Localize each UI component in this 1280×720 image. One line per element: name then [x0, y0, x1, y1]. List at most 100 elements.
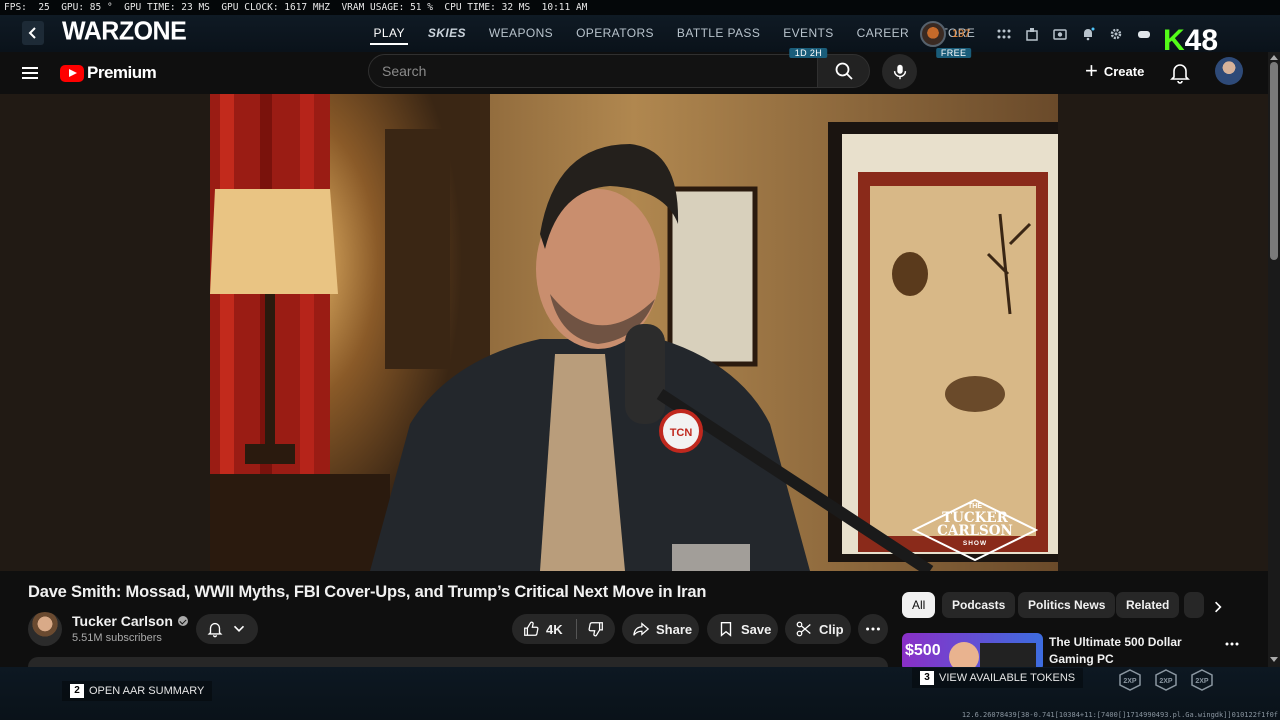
grid-icon[interactable]	[996, 26, 1012, 42]
key-hint: 3	[920, 671, 934, 685]
tab-career[interactable]: CAREER	[845, 15, 920, 52]
chip-all[interactable]: All	[902, 592, 936, 618]
user-avatar[interactable]	[1215, 57, 1243, 85]
related-video-thumbnail[interactable]: $500	[902, 633, 1043, 671]
settings-gear-icon[interactable]	[1108, 26, 1124, 42]
share-icon	[633, 622, 650, 636]
camera-icon[interactable]	[1052, 26, 1068, 42]
channel-avatar[interactable]	[28, 612, 62, 646]
subscribed-bell-button[interactable]	[196, 614, 258, 644]
svg-text:2XP: 2XP	[1195, 678, 1209, 685]
clip-label: Clip	[819, 621, 844, 637]
open-aar-summary-button[interactable]: 2 OPEN AAR SUMMARY	[62, 681, 213, 701]
tab-skies[interactable]: SKIES	[416, 15, 477, 52]
tab-play-label: PLAY	[373, 26, 405, 40]
warzone-nav: PLAY SKIES WEAPONS OPERATORS BATTLE PASS…	[362, 15, 987, 58]
voice-search-button[interactable]	[882, 54, 917, 89]
scroll-up-arrow-icon[interactable]	[1270, 55, 1278, 60]
chip-podcasts[interactable]: Podcasts	[942, 592, 1016, 618]
page-scrollbar[interactable]	[1268, 52, 1280, 667]
tab-weapons[interactable]: WEAPONS	[477, 15, 564, 52]
bookmark-icon	[720, 622, 732, 637]
thumbnail-art	[949, 642, 1036, 671]
like-dislike-group: 4K	[512, 614, 615, 644]
back-button[interactable]	[22, 21, 44, 45]
search-input[interactable]	[369, 55, 818, 87]
verified-check-icon	[177, 616, 188, 626]
tab-operators-label: OPERATORS	[576, 26, 654, 40]
video-title: Dave Smith: Mossad, WWII Myths, FBI Cove…	[28, 583, 707, 601]
chips-next-button[interactable]	[1207, 596, 1229, 618]
watermark-name: TUCKER CARLSON	[937, 510, 1013, 539]
aar-label: OPEN AAR SUMMARY	[89, 685, 205, 697]
player-count: 197	[952, 28, 971, 40]
tab-operators[interactable]: OPERATORS	[565, 15, 666, 52]
youtube-brand-label: Premium	[87, 63, 157, 82]
kick-overlay: K48	[1163, 26, 1218, 56]
controller-icon[interactable]	[1136, 26, 1152, 42]
bell-icon	[207, 622, 223, 638]
channel-name-label: Tucker Carlson	[72, 613, 173, 629]
more-actions-button[interactable]	[858, 614, 888, 644]
social-icon[interactable]	[1024, 26, 1040, 42]
channel-watermark: THE TUCKER CARLSON SHOW	[911, 498, 1039, 562]
screen: FPS: 25 GPU: 85 ° GPU TIME: 23 MS GPU CL…	[0, 0, 1280, 720]
scroll-down-arrow-icon[interactable]	[1270, 657, 1278, 662]
microphone-icon	[893, 64, 906, 79]
tab-events[interactable]: EVENTS 1D 2H	[772, 15, 845, 58]
more-horizontal-icon	[866, 627, 880, 631]
svg-text:2XP: 2XP	[1159, 678, 1173, 685]
youtube-header: Premium + Create	[0, 52, 1268, 94]
tokens-label: VIEW AVAILABLE TOKENS	[939, 672, 1076, 684]
channel-name[interactable]: Tucker Carlson	[72, 613, 188, 629]
player-avatar[interactable]	[920, 21, 946, 47]
tab-events-label: EVENTS	[783, 26, 834, 40]
like-button[interactable]: 4K	[512, 614, 576, 644]
chip-politics-news[interactable]: Politics News	[1018, 592, 1116, 618]
mic-flag-label: TCN	[670, 427, 693, 439]
scroll-thumb[interactable]	[1270, 62, 1278, 260]
warzone-right-controls: 197	[920, 17, 1158, 51]
share-label: Share	[656, 621, 693, 637]
hamburger-menu-icon[interactable]	[20, 63, 40, 83]
chevron-down-icon	[233, 625, 245, 632]
search-button[interactable]	[817, 54, 870, 88]
subscriber-count: 5.51M subscribers	[72, 632, 162, 644]
thumbs-down-icon	[588, 622, 603, 637]
events-timer-badge: 1D 2H	[789, 48, 828, 58]
thumbs-up-icon	[524, 621, 539, 636]
scissors-icon	[796, 621, 811, 637]
performance-overlay: FPS: 25 GPU: 85 ° GPU TIME: 23 MS GPU CL…	[0, 0, 1280, 15]
save-button[interactable]: Save	[707, 614, 778, 644]
related-more-icon[interactable]	[1224, 636, 1240, 652]
like-count: 4K	[546, 621, 563, 637]
chevron-right-icon	[1215, 601, 1222, 613]
2xp-token-icon[interactable]: 2XP	[1155, 669, 1177, 691]
2xp-token-icon[interactable]: 2XP	[1191, 669, 1213, 691]
tab-play[interactable]: PLAY	[362, 15, 416, 52]
view-tokens-button[interactable]: 3 VIEW AVAILABLE TOKENS	[912, 668, 1084, 688]
share-button[interactable]: Share	[622, 614, 699, 644]
tab-battle-pass-label: BATTLE PASS	[676, 26, 761, 40]
search-icon	[835, 62, 853, 80]
tab-battle-pass[interactable]: BATTLE PASS	[665, 15, 771, 52]
2xp-token-icon[interactable]: 2XP	[1119, 669, 1141, 691]
watermark-the: THE	[968, 503, 982, 510]
save-label: Save	[741, 621, 772, 637]
build-version-text: 12.6.26078439[38-0.741[10384+11:[7400[]1…	[961, 711, 1278, 719]
tab-weapons-label: WEAPONS	[488, 26, 554, 40]
related-video-title[interactable]: The Ultimate 500 Dollar Gaming PC	[1049, 634, 1224, 668]
youtube-premium-logo[interactable]: Premium	[60, 63, 157, 83]
chip-overflow[interactable]	[1184, 592, 1204, 618]
warzone-bottom-bar: 2 OPEN AAR SUMMARY 3 VIEW AVAILABLE TOKE…	[0, 667, 1280, 720]
kick-logo-icon: K	[1163, 24, 1185, 57]
notifications-bell-icon[interactable]	[1168, 60, 1192, 84]
dislike-button[interactable]	[577, 614, 615, 644]
notification-icon[interactable]	[1080, 26, 1096, 42]
tab-skies-label: SKIES	[427, 26, 466, 40]
create-button[interactable]: + Create	[1077, 54, 1152, 88]
chip-related[interactable]: Related	[1116, 592, 1180, 618]
create-label: Create	[1103, 63, 1145, 79]
warzone-logo: WARZONE	[62, 16, 187, 46]
clip-button[interactable]: Clip	[785, 614, 851, 644]
